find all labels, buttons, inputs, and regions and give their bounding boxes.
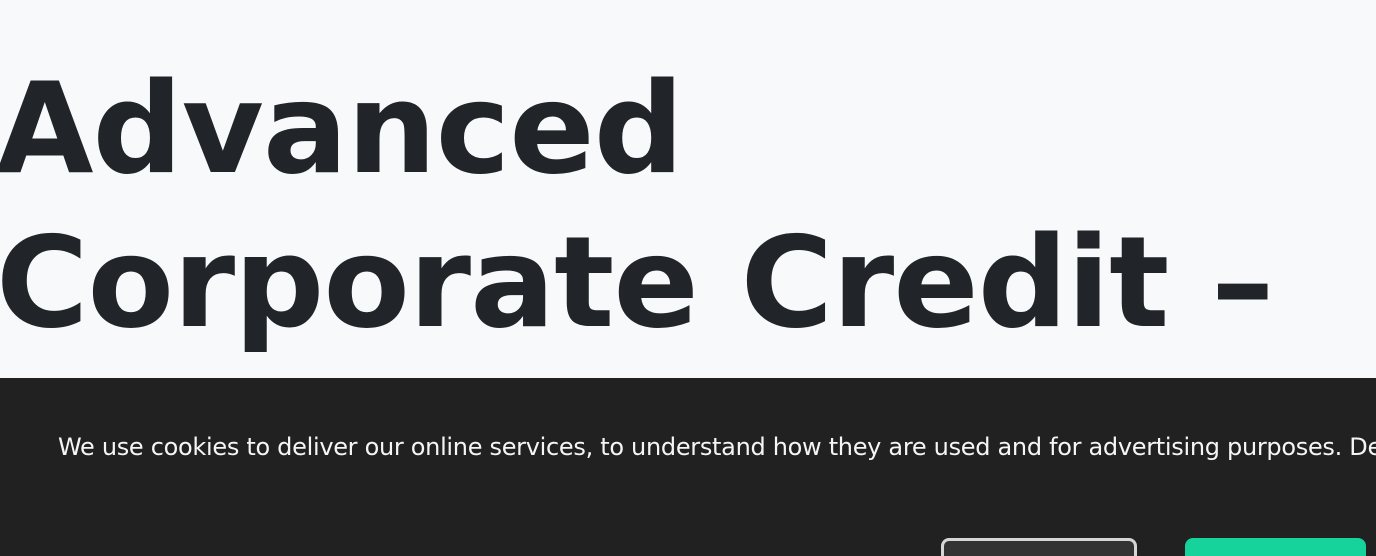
cookie-message: We use cookies to deliver our online ser… [58,433,1376,461]
page-title: Advanced Corporate Credit – Warning [0,55,1274,378]
article-hero: Advanced Corporate Credit – Warning [0,0,1376,378]
web-page: Advanced Corporate Credit – Warning We u… [0,0,1376,556]
cookie-consent-banner: We use cookies to deliver our online ser… [0,378,1376,556]
cookie-settings-button[interactable] [941,538,1137,556]
accept-cookies-button[interactable] [1185,538,1366,556]
